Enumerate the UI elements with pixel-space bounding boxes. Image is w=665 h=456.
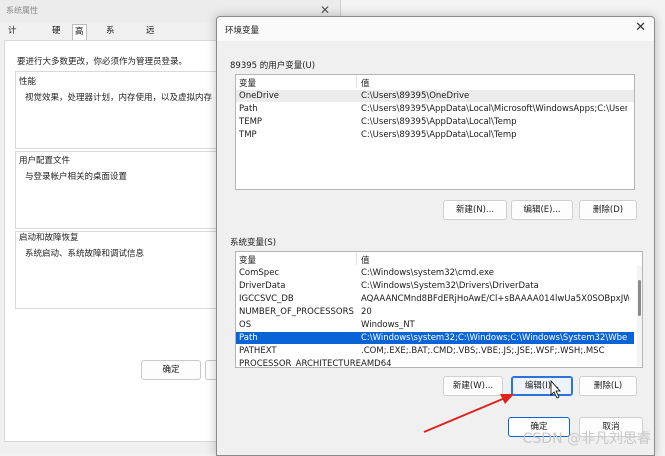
watermark: CSDN @非凡刘思睿 xyxy=(522,431,651,447)
red-annotation-arrow xyxy=(423,394,514,433)
